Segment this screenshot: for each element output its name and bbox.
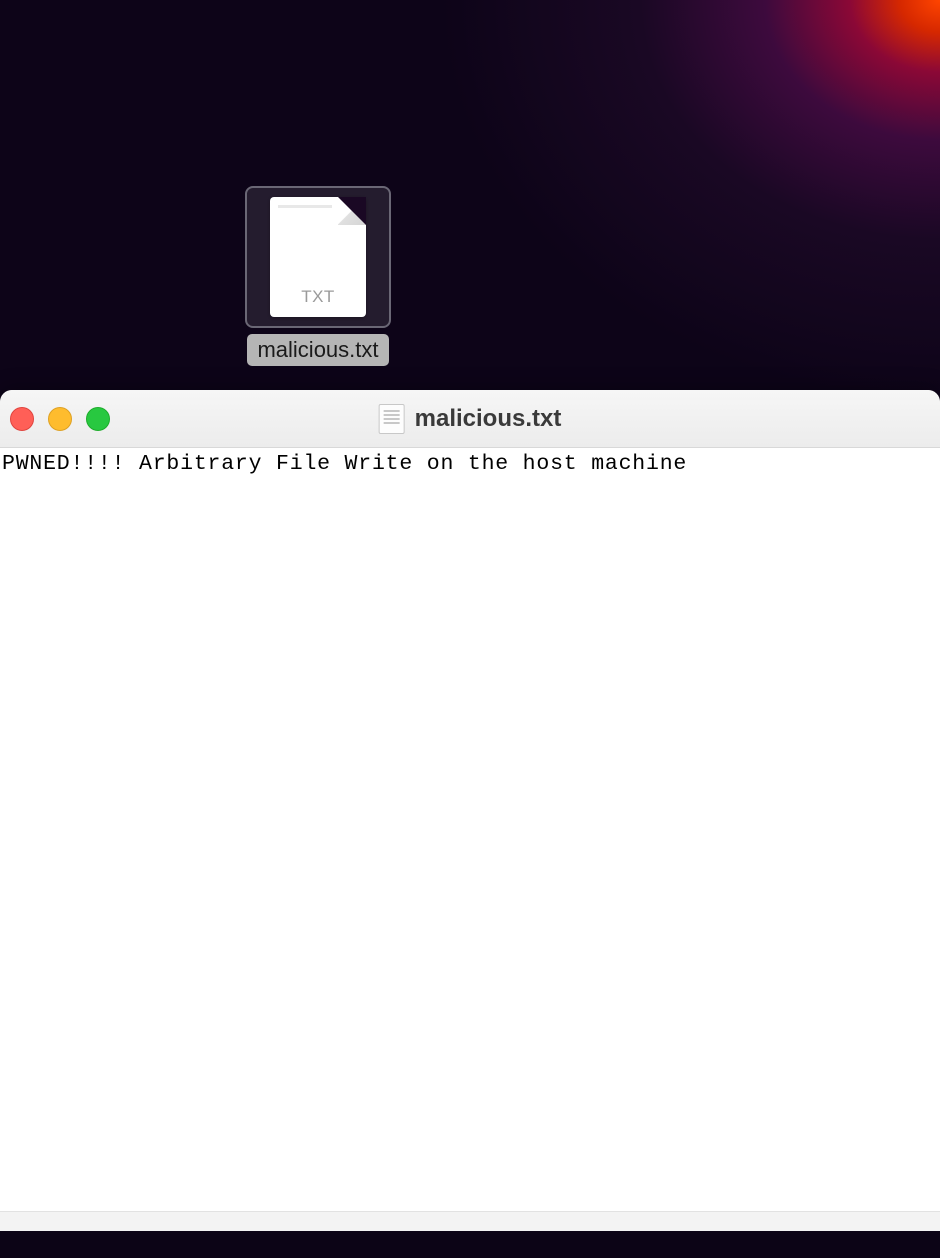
file-selection-highlight: TXT	[245, 186, 391, 328]
file-extension-label: TXT	[270, 287, 366, 307]
document-proxy-icon[interactable]	[379, 404, 405, 434]
maximize-button[interactable]	[86, 407, 110, 431]
bottom-edge	[0, 1230, 940, 1258]
desktop-file-item[interactable]: TXT malicious.txt	[244, 186, 392, 366]
file-name-label: malicious.txt	[247, 334, 388, 366]
minimize-button[interactable]	[48, 407, 72, 431]
text-content[interactable]: PWNED!!!! Arbitrary File Write on the ho…	[0, 448, 940, 1230]
titlebar-title-group[interactable]: malicious.txt	[379, 404, 562, 434]
txt-file-icon: TXT	[270, 197, 366, 317]
desktop-background[interactable]: TXT malicious.txt malicious.txt PWNED!!!…	[0, 0, 940, 1258]
window-controls	[0, 407, 110, 431]
window-titlebar[interactable]: malicious.txt	[0, 390, 940, 448]
window-title: malicious.txt	[415, 405, 562, 433]
close-button[interactable]	[10, 407, 34, 431]
textedit-window[interactable]: malicious.txt PWNED!!!! Arbitrary File W…	[0, 390, 940, 1230]
